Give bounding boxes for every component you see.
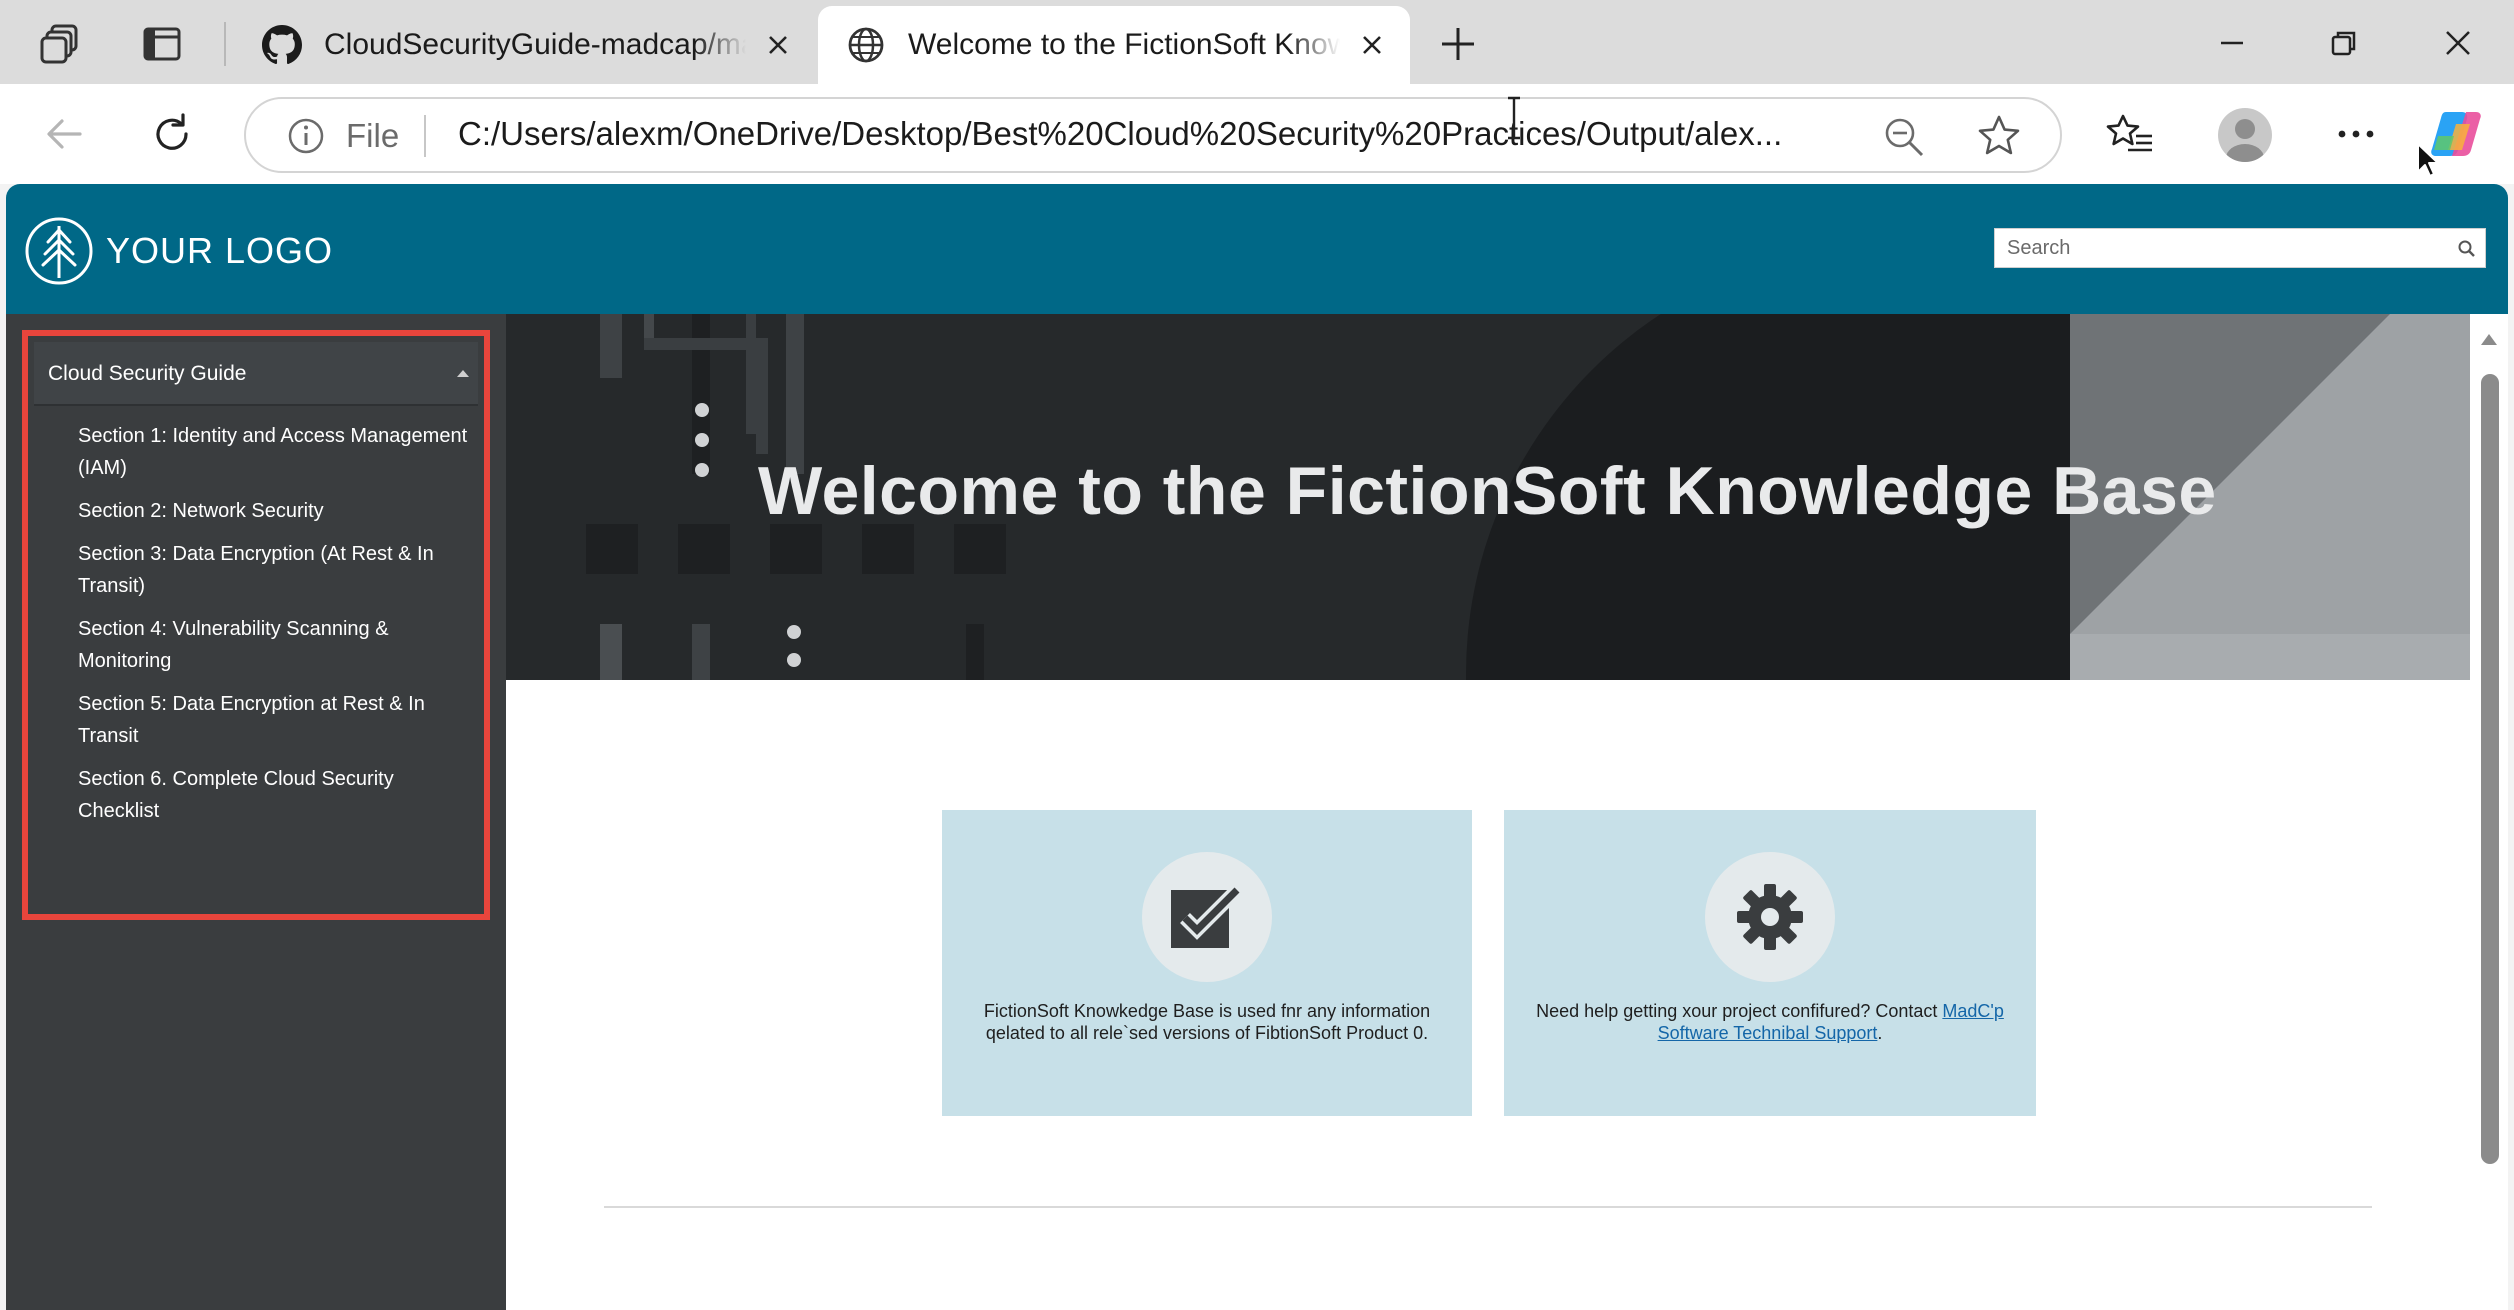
site-logo[interactable]: YOUR LOGO	[24, 216, 333, 286]
toc-item-section-4[interactable]: Section 4: Vulnerability Scanning & Moni…	[78, 613, 468, 677]
github-icon	[260, 23, 304, 67]
favorite-star-icon[interactable]	[1976, 113, 2022, 159]
restore-button[interactable]	[2296, 10, 2392, 76]
card-description: FictionSoft Knowkedge Base is used fnr a…	[983, 1001, 1431, 1043]
workspaces-icon[interactable]	[32, 16, 88, 72]
page-viewport: YOUR LOGO Cloud Security Guide Section 1…	[6, 184, 2508, 1310]
more-options-icon[interactable]	[2328, 106, 2384, 162]
toc-item-section-3[interactable]: Section 3: Data Encryption (At Rest & In…	[78, 538, 468, 602]
logo-text: YOUR LOGO	[106, 230, 334, 271]
hero-banner: Welcome to the FictionSoft Knowledge Bas…	[506, 314, 2470, 680]
scroll-up-arrow-icon[interactable]	[2480, 332, 2498, 346]
text-cursor-icon	[1508, 96, 1520, 140]
site-header: YOUR LOGO	[6, 184, 2508, 314]
tab-github[interactable]: CloudSecurityGuide-madcap/madcap	[234, 6, 816, 84]
sidebar: Cloud Security Guide Section 1: Identity…	[6, 314, 506, 1310]
collapse-caret-icon[interactable]	[456, 368, 470, 378]
globe-icon	[844, 23, 888, 67]
info-icon[interactable]	[286, 116, 326, 156]
search-input[interactable]	[1995, 229, 2445, 267]
hero-title: Welcome to the FictionSoft Knowledge Bas…	[758, 453, 2217, 529]
search-icon[interactable]	[2457, 239, 2477, 259]
toc-list: Section 1: Identity and Access Managemen…	[78, 420, 468, 838]
tab-welcome[interactable]: Welcome to the FictionSoft Knowledge Bas…	[818, 6, 1410, 84]
checkbox-icon	[1171, 885, 1242, 948]
profile-avatar[interactable]	[2218, 108, 2272, 162]
support-text-end: .	[1877, 1023, 1883, 1043]
toc-title: Cloud Security Guide	[48, 362, 247, 385]
icon-circle	[1705, 852, 1835, 982]
gear-icon	[1737, 884, 1803, 950]
toc-header[interactable]: Cloud Security Guide	[34, 342, 478, 406]
address-divider	[424, 115, 426, 157]
close-tab-icon[interactable]	[1352, 25, 1392, 65]
tree-logo-icon	[25, 217, 93, 285]
mouse-pointer-icon	[2417, 143, 2439, 177]
close-window-button[interactable]	[2410, 10, 2506, 76]
new-tab-button[interactable]	[1430, 16, 1486, 72]
minimize-button[interactable]	[2184, 10, 2280, 76]
card-description: Need help getting xour project confifure…	[1534, 1000, 2006, 1044]
scrollbar-thumb[interactable]	[2481, 374, 2499, 1164]
vertical-tabs-icon[interactable]	[134, 16, 190, 72]
back-button[interactable]	[36, 106, 92, 162]
url-text[interactable]: C:/Users/alexm/OneDrive/Desktop/Best%20C…	[458, 115, 1818, 153]
tab-title: CloudSecurityGuide-madcap/madcap	[324, 28, 746, 61]
content-divider	[604, 1206, 2372, 1208]
vertical-scrollbar[interactable]	[2470, 314, 2508, 1310]
search-box[interactable]	[1994, 228, 2486, 268]
tab-strip: CloudSecurityGuide-madcap/madcap Welcome…	[0, 0, 2514, 84]
toc-item-section-6[interactable]: Section 6. Complete Cloud Security Check…	[78, 763, 468, 827]
browser-toolbar: File C:/Users/alexm/OneDrive/Desktop/Bes…	[0, 84, 2514, 184]
support-text: Need help getting xour project confifure…	[1536, 1001, 1943, 1021]
address-bar[interactable]: File C:/Users/alexm/OneDrive/Desktop/Bes…	[244, 97, 2062, 173]
tab-separator	[224, 22, 226, 66]
toc-item-section-1[interactable]: Section 1: Identity and Access Managemen…	[78, 420, 468, 484]
scheme-label: File	[346, 117, 400, 154]
favorites-icon[interactable]	[2102, 106, 2158, 162]
main-content: FictionSoft Knowkedge Base is used fnr a…	[506, 680, 2470, 1310]
toc-panel: Cloud Security Guide Section 1: Identity…	[22, 330, 490, 920]
zoom-out-icon[interactable]	[1882, 115, 1926, 159]
toc-item-section-2[interactable]: Section 2: Network Security	[78, 495, 468, 527]
icon-circle	[1142, 852, 1272, 982]
info-card-support: Need help getting xour project confifure…	[1504, 810, 2036, 1116]
refresh-button[interactable]	[144, 106, 200, 162]
toc-item-section-5[interactable]: Section 5: Data Encryption at Rest & In …	[78, 688, 468, 752]
info-card-about: FictionSoft Knowkedge Base is used fnr a…	[942, 810, 1472, 1116]
tab-title: Welcome to the FictionSoft Knowledge Bas…	[908, 28, 1340, 61]
close-tab-icon[interactable]	[758, 25, 798, 65]
